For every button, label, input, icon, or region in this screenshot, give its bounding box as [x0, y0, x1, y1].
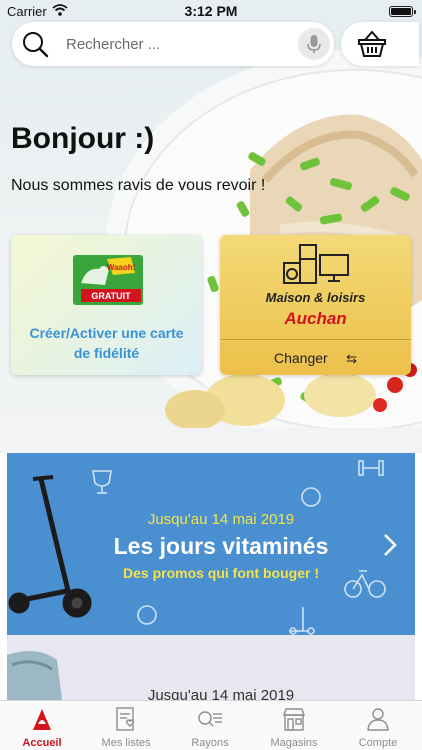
tab-label: Compte [358, 737, 398, 749]
tab-label: Accueil [22, 737, 62, 749]
tab-rayons[interactable]: Rayons [168, 701, 252, 750]
voice-search-button[interactable] [298, 28, 330, 60]
change-store-label: Changer [273, 350, 328, 366]
tab-label: Mes listes [101, 737, 151, 749]
search-input[interactable] [66, 32, 286, 56]
tab-compte[interactable]: Compte [336, 701, 420, 750]
store-card-tile[interactable]: Maison & loisirs Auchan Changer ⇆ [220, 235, 411, 375]
store-brand-logo: Auchan [284, 309, 347, 328]
svg-text:Waaoh!: Waaoh! [107, 263, 136, 272]
tab-bar: Accueil Mes listes Rayons Magasins Compt… [0, 700, 422, 750]
clock: 3:12 PM [184, 3, 238, 19]
greeting-subtitle: Nous sommes ravis de vous revoir ! [11, 177, 266, 194]
store-icon [283, 708, 305, 731]
search-icon[interactable] [22, 31, 50, 59]
account-icon [367, 708, 389, 731]
promo-title: Les jours vitaminés [113, 533, 329, 559]
loyalty-card-label: Créer/Activer une carte de fidélité [29, 325, 184, 361]
battery-icon [389, 6, 416, 17]
swap-arrows-icon: ⇆ [346, 351, 358, 366]
chevron-right-icon[interactable] [379, 531, 401, 559]
tab-magasins[interactable]: Magasins [252, 701, 336, 750]
home-icon [33, 709, 51, 730]
promo-banner-secondary[interactable]: Jusqu'au 14 mai 2019 [7, 635, 415, 700]
microphone-icon [307, 35, 321, 53]
promo2-date: Jusqu'au 14 mai 2019 [147, 687, 295, 700]
loyalty-card-logo: Waaoh! GRATUIT [73, 255, 143, 305]
cart-button[interactable] [341, 22, 419, 66]
departments-icon [198, 711, 222, 727]
free-badge: GRATUIT [91, 291, 131, 301]
store-name: Maison & loisirs [265, 290, 366, 305]
section-separator [0, 428, 422, 453]
promo-date: Jusqu'au 14 mai 2019 [147, 511, 295, 528]
loyalty-card-tile[interactable]: Waaoh! GRATUIT Créer/Activer une carte d… [11, 235, 202, 375]
greeting-title: Bonjour :) [11, 122, 155, 155]
tab-label: Rayons [191, 737, 229, 749]
tab-accueil[interactable]: Accueil [0, 701, 84, 750]
tab-label: Magasins [270, 737, 318, 749]
promo-banner[interactable]: Jusqu'au 14 mai 2019 Les jours vitaminés… [7, 453, 415, 635]
basket-icon [358, 30, 386, 57]
search-bar[interactable] [12, 22, 334, 66]
status-bar: Carrier 3:12 PM [0, 0, 422, 22]
lists-icon [116, 707, 135, 731]
home-appliances-icon [283, 244, 349, 284]
promo-subtitle: Des promos qui font bouger ! [123, 565, 319, 581]
change-store-button[interactable]: Changer ⇆ [220, 340, 411, 375]
tab-mes-listes[interactable]: Mes listes [84, 701, 168, 750]
